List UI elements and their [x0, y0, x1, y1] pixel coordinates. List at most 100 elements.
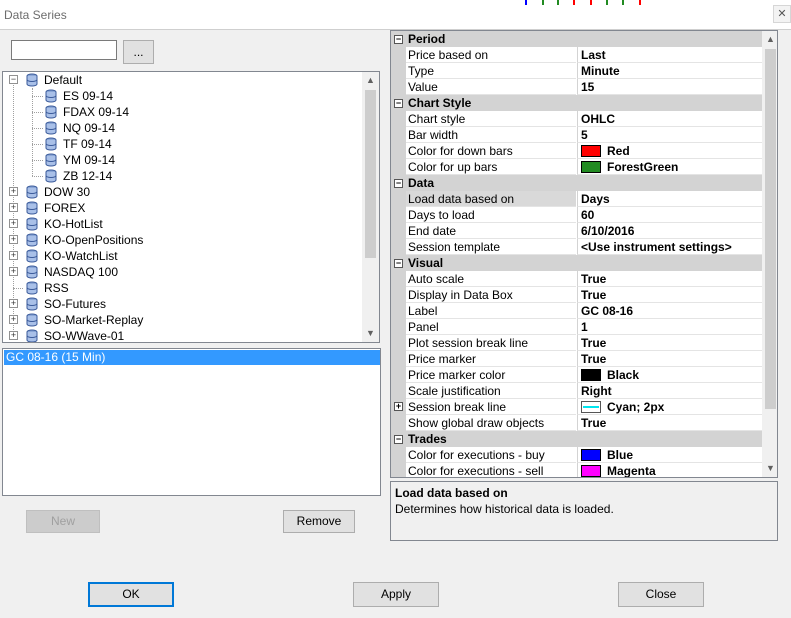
property-category[interactable]: − Trades — [391, 431, 762, 447]
collapse-icon[interactable]: − — [394, 259, 403, 268]
property-row[interactable]: Display in Data Box True — [391, 287, 762, 303]
expand-icon[interactable]: + — [9, 251, 18, 260]
collapse-icon[interactable]: − — [394, 99, 403, 108]
series-list[interactable]: GC 08-16 (15 Min) — [2, 348, 381, 496]
tree-node[interactable]: + SO-WWave-01 — [3, 328, 363, 342]
property-grid[interactable]: − Period Price based on Last Type Minute Value… — [390, 30, 778, 478]
tree-node[interactable]: + NASDAQ 100 — [3, 264, 363, 280]
property-row[interactable]: Price marker color Black — [391, 367, 762, 383]
expand-icon[interactable]: + — [9, 203, 18, 212]
property-grid-scrollbar[interactable]: ▲ ▼ — [762, 31, 777, 477]
expand-icon[interactable]: + — [9, 331, 18, 340]
property-value[interactable]: Blue — [577, 447, 762, 463]
property-row[interactable]: Load data based on Days — [391, 191, 762, 207]
expand-icon[interactable]: + — [9, 299, 18, 308]
collapse-icon[interactable]: − — [394, 179, 403, 188]
tree-node[interactable]: + DOW 30 — [3, 184, 363, 200]
property-row[interactable]: Auto scale True — [391, 271, 762, 287]
property-value[interactable]: GC 08-16 — [577, 303, 762, 319]
tree-node[interactable]: + KO-WatchList — [3, 248, 363, 264]
instrument-search-input[interactable] — [11, 40, 117, 60]
property-value[interactable]: Right — [577, 383, 762, 399]
property-value[interactable]: 15 — [577, 79, 762, 95]
property-row[interactable]: Bar width 5 — [391, 127, 762, 143]
property-row[interactable]: + Session break line Cyan; 2px — [391, 399, 762, 415]
property-row[interactable]: Price marker True — [391, 351, 762, 367]
tree-leaf[interactable]: ZB 12-14 — [3, 168, 363, 184]
scroll-up-icon[interactable]: ▲ — [362, 72, 379, 89]
ok-button[interactable]: OK — [88, 582, 174, 607]
tree-node[interactable]: + KO-HotList — [3, 216, 363, 232]
tree-node[interactable]: + SO-Market-Replay — [3, 312, 363, 328]
property-value[interactable]: 5 — [577, 127, 762, 143]
property-row[interactable]: Price based on Last — [391, 47, 762, 63]
property-value[interactable]: True — [577, 415, 762, 431]
tree-leaf[interactable]: TF 09-14 — [3, 136, 363, 152]
close-icon[interactable]: ✕ — [773, 5, 791, 23]
collapse-icon[interactable]: − — [394, 35, 403, 44]
property-category[interactable]: − Chart Style — [391, 95, 762, 111]
property-value[interactable]: 60 — [577, 207, 762, 223]
expand-icon[interactable]: + — [9, 219, 18, 228]
expand-icon[interactable]: + — [9, 235, 18, 244]
tree-leaf[interactable]: NQ 09-14 — [3, 120, 363, 136]
browse-button[interactable]: ... — [123, 40, 154, 64]
scroll-down-icon[interactable]: ▼ — [762, 460, 777, 477]
tree-leaf[interactable]: YM 09-14 — [3, 152, 363, 168]
property-category[interactable]: − Visual — [391, 255, 762, 271]
property-value[interactable]: Black — [577, 367, 762, 383]
expand-icon[interactable]: + — [9, 315, 18, 324]
property-value[interactable]: OHLC — [577, 111, 762, 127]
tree-node[interactable]: + FOREX — [3, 200, 363, 216]
remove-button[interactable]: Remove — [283, 510, 355, 533]
tree-scrollbar[interactable]: ▲ ▼ — [362, 72, 379, 342]
property-value[interactable]: True — [577, 335, 762, 351]
property-value[interactable]: True — [577, 271, 762, 287]
property-value[interactable]: <Use instrument settings> — [577, 239, 762, 255]
scroll-thumb[interactable] — [765, 49, 776, 409]
property-row[interactable]: End date 6/10/2016 — [391, 223, 762, 239]
property-value[interactable]: Cyan; 2px — [577, 399, 762, 415]
close-button[interactable]: Close — [618, 582, 704, 607]
property-value[interactable]: Days — [577, 191, 762, 207]
collapse-icon[interactable]: − — [394, 435, 403, 444]
series-item[interactable]: GC 08-16 (15 Min) — [4, 350, 380, 365]
expand-icon[interactable]: + — [9, 267, 18, 276]
property-value[interactable]: Last — [577, 47, 762, 63]
property-row[interactable]: Value 15 — [391, 79, 762, 95]
scroll-down-icon[interactable]: ▼ — [362, 325, 379, 342]
property-value[interactable]: Magenta — [577, 463, 762, 477]
property-row[interactable]: Color for up bars ForestGreen — [391, 159, 762, 175]
tree-node[interactable]: RSS — [3, 280, 363, 296]
property-row[interactable]: Color for down bars Red — [391, 143, 762, 159]
property-row[interactable]: Panel 1 — [391, 319, 762, 335]
property-row[interactable]: Plot session break line True — [391, 335, 762, 351]
apply-button[interactable]: Apply — [353, 582, 439, 607]
property-row[interactable]: Label GC 08-16 — [391, 303, 762, 319]
tree-node[interactable]: − Default — [3, 72, 363, 88]
property-value[interactable]: ForestGreen — [577, 159, 762, 175]
scroll-thumb[interactable] — [365, 90, 376, 258]
property-category[interactable]: − Period — [391, 31, 762, 47]
property-value[interactable]: True — [577, 351, 762, 367]
property-category[interactable]: − Data — [391, 175, 762, 191]
property-row[interactable]: Color for executions - buy Blue — [391, 447, 762, 463]
property-row[interactable]: Chart style OHLC — [391, 111, 762, 127]
property-row[interactable]: Show global draw objects True — [391, 415, 762, 431]
new-button[interactable]: New — [26, 510, 100, 533]
expand-icon[interactable]: + — [394, 402, 403, 411]
property-row[interactable]: Session template <Use instrument settings… — [391, 239, 762, 255]
collapse-icon[interactable]: − — [9, 75, 18, 84]
property-value[interactable]: 6/10/2016 — [577, 223, 762, 239]
scroll-up-icon[interactable]: ▲ — [762, 31, 777, 48]
expand-icon[interactable]: + — [9, 187, 18, 196]
tree-node[interactable]: + KO-OpenPositions — [3, 232, 363, 248]
property-value[interactable]: Minute — [577, 63, 762, 79]
tree-leaf[interactable]: FDAX 09-14 — [3, 104, 363, 120]
property-value[interactable]: True — [577, 287, 762, 303]
property-row[interactable]: Type Minute — [391, 63, 762, 79]
property-value[interactable]: 1 — [577, 319, 762, 335]
property-row[interactable]: Days to load 60 — [391, 207, 762, 223]
property-value[interactable]: Red — [577, 143, 762, 159]
tree-leaf[interactable]: ES 09-14 — [3, 88, 363, 104]
